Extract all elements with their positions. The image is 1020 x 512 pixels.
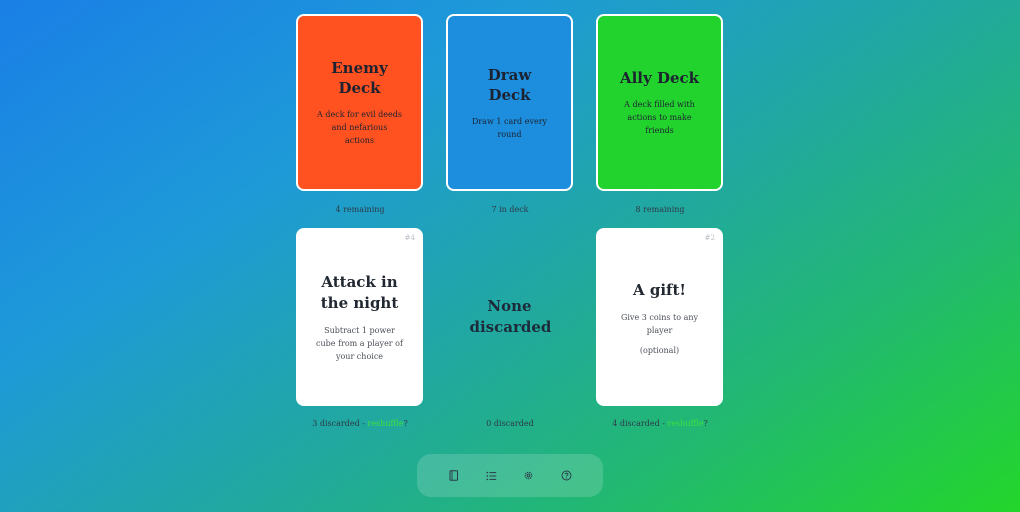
ally-discard-count-text: 4 discarded - [612,419,668,428]
list-button[interactable] [480,465,502,487]
enemy-discard-count-text: 3 discarded - [312,419,368,428]
enemy-deck-count: 4 remaining [335,205,385,214]
enemy-discard-description: Subtract 1 power cube from a player of y… [316,325,403,361]
list-icon [486,471,496,480]
enemy-deck-card[interactable]: Enemy Deck A deck for evil deeds and nef… [296,14,423,191]
enemy-deck-description: A deck for evil deeds and nefarious acti… [317,110,402,145]
ally-deck-count: 8 remaining [635,205,685,214]
ally-discard-extra: (optional) [639,345,680,355]
help-button[interactable] [555,465,577,487]
enemy-discard-count: 3 discarded - reshuffle? [296,419,424,428]
book-icon [449,470,458,481]
enemy-deck-title: Enemy Deck [331,59,388,97]
ally-discard-description: Give 3 coins to any player [620,312,699,335]
ally-discard-card[interactable]: #2 A gift! Give 3 coins to any player (o… [596,228,723,406]
enemy-reshuffle-suffix: ? [403,419,408,428]
draw-discard-count: 0 discarded [486,419,534,428]
ally-deck-description: A deck filled with actions to make frien… [624,100,695,135]
draw-discard-empty: None discarded [446,228,573,406]
draw-discard-title: None discarded [469,297,552,336]
ally-reshuffle-link[interactable]: reshuffle [668,419,704,428]
card-number: #4 [404,234,415,242]
rules-button[interactable] [443,465,465,487]
gear-icon [524,471,533,480]
draw-deck-description: Draw 1 card every round [471,116,548,139]
enemy-reshuffle-link[interactable]: reshuffle [368,419,404,428]
draw-deck-title: Draw Deck [487,65,532,104]
ally-deck-card[interactable]: Ally Deck A deck filled with actions to … [596,14,723,191]
ally-reshuffle-suffix: ? [703,419,708,428]
draw-deck-card[interactable]: Draw Deck Draw 1 card every round [446,14,573,191]
enemy-discard-title: Attack in the night [320,272,399,312]
help-icon [561,470,572,481]
settings-button[interactable] [518,465,540,487]
enemy-discard-card[interactable]: #4 Attack in the night Subtract 1 power … [296,228,423,406]
bottom-toolbar [417,454,603,497]
ally-discard-count: 4 discarded - reshuffle? [596,419,724,428]
ally-discard-title: A gift! [632,280,686,299]
draw-deck-count: 7 in deck [491,205,529,214]
card-number: #2 [704,234,715,242]
ally-deck-title: Ally Deck [619,69,700,87]
